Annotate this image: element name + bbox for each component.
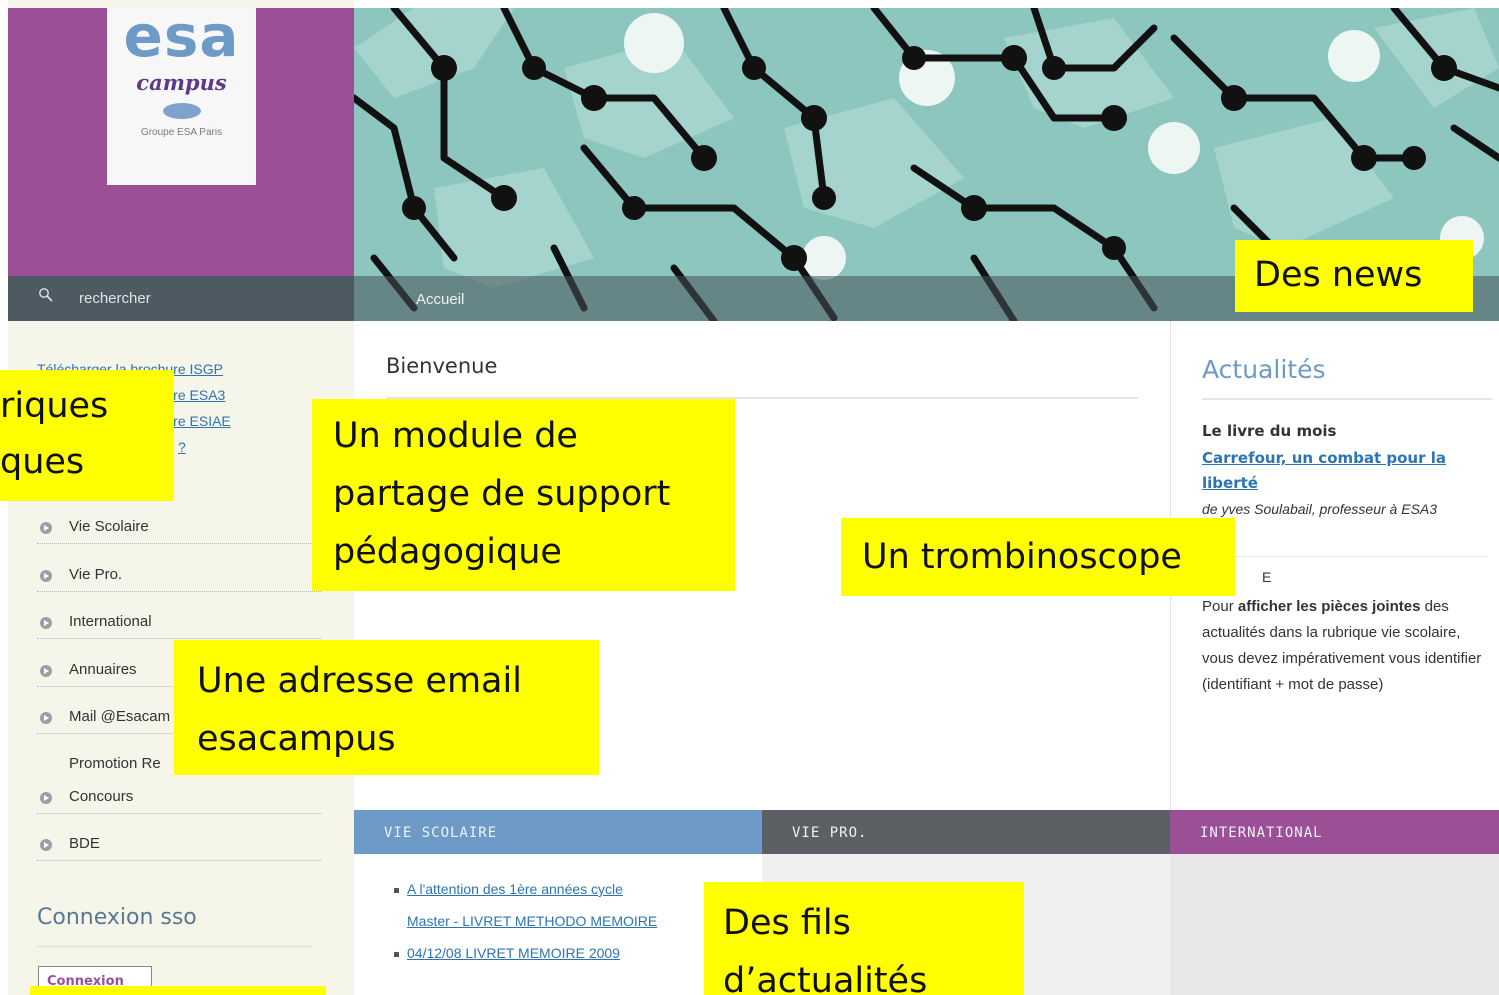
book-of-month-label: Le livre du mois bbox=[1202, 422, 1337, 440]
list-item[interactable]: A l'attention des 1ère années cycle bbox=[394, 875, 623, 903]
sidebar-item-label: Vie Pro. bbox=[69, 566, 123, 583]
bullet-arrow-icon bbox=[40, 839, 52, 851]
feed-item-link[interactable]: A l'attention des 1ère années cycle bbox=[407, 881, 623, 897]
notice-text: Pour bbox=[1202, 598, 1238, 615]
callout-text: esacampus bbox=[197, 719, 396, 759]
sidebar-item-label: Annuaires bbox=[69, 661, 137, 678]
news-section-title: Actualités bbox=[1202, 355, 1326, 384]
callout-trombinoscope: Un trombinoscope bbox=[841, 518, 1235, 596]
sso-title: Connexion sso bbox=[37, 905, 197, 930]
notice-bold-text: afficher les pièces jointes bbox=[1237, 598, 1421, 615]
sidebar-item-concours[interactable]: Concours bbox=[37, 784, 321, 814]
divider bbox=[1202, 398, 1492, 400]
feed-item-link[interactable]: Master - LIVRET METHODO MEMOIRE bbox=[407, 913, 657, 929]
bullet-square-icon bbox=[394, 951, 399, 957]
esa-campus-logo[interactable]: esa campus Groupe ESA Paris bbox=[107, 2, 256, 185]
bullet-arrow-icon bbox=[40, 712, 52, 724]
attachments-notice: Pour afficher les pièces jointes des act… bbox=[1202, 594, 1492, 698]
bullet-arrow-icon bbox=[40, 617, 52, 629]
bullet-arrow-icon bbox=[40, 792, 52, 804]
sidebar-item-label: International bbox=[69, 613, 152, 630]
sidebar-item-label: Promotion Re bbox=[69, 755, 161, 772]
callout-text: riques bbox=[0, 386, 109, 426]
logo-esa-text: esa bbox=[123, 2, 240, 70]
callout-text: d’actualités bbox=[723, 961, 928, 995]
tab-international[interactable]: INTERNATIONAL bbox=[1170, 810, 1499, 854]
list-item[interactable]: 04/12/08 LIVRET MEMOIRE 2009 bbox=[394, 939, 620, 967]
bullet-arrow-icon bbox=[40, 522, 52, 534]
book-link[interactable]: Carrefour, un combat pour la bbox=[1202, 449, 1446, 467]
list-item-continued[interactable]: Master - LIVRET METHODO MEMOIRE bbox=[407, 907, 657, 935]
search-input[interactable]: rechercher bbox=[79, 290, 151, 307]
bullet-square-icon bbox=[394, 887, 399, 893]
callout-fils-actualites: Des fils d’actualités bbox=[704, 882, 1024, 995]
tab-vie-scolaire[interactable]: VIE SCOLAIRE bbox=[354, 810, 762, 854]
logo-ellipse-mark bbox=[162, 103, 201, 119]
bullet-arrow-icon bbox=[40, 665, 52, 677]
sidebar-item-label: Concours bbox=[69, 788, 134, 805]
page-title: Bienvenue bbox=[386, 354, 498, 378]
callout-text: Des news bbox=[1254, 255, 1423, 295]
callout-text: Un trombinoscope bbox=[862, 537, 1182, 577]
sidebar-item-label: BDE bbox=[69, 835, 100, 852]
divider bbox=[1202, 556, 1487, 557]
callout-news: Des news bbox=[1235, 240, 1473, 312]
book-link-continued[interactable]: liberté bbox=[1202, 474, 1258, 492]
sidebar-item-international[interactable]: International bbox=[37, 609, 321, 639]
callout-module-partage: Un module de partage de support pédagogi… bbox=[312, 399, 735, 591]
callout-partial bbox=[30, 986, 326, 995]
brochure-extra-link[interactable]: ? bbox=[178, 439, 186, 455]
note-heading-fragment: E bbox=[1262, 569, 1272, 585]
sidebar-item-vie-scolaire[interactable]: Vie Scolaire bbox=[37, 514, 321, 544]
breadcrumb-home-link[interactable]: Accueil bbox=[416, 291, 464, 308]
callout-rubriques: riques ques bbox=[0, 370, 174, 501]
callout-text: pédagogique bbox=[333, 532, 562, 572]
callout-text: ques bbox=[0, 442, 85, 482]
callout-text: partage de support bbox=[333, 474, 671, 514]
callout-email: Une adresse email esacampus bbox=[174, 640, 599, 775]
logo-campus-text: campus bbox=[136, 70, 227, 95]
callout-text: Une adresse email bbox=[197, 661, 522, 701]
sidebar-item-vie-pro[interactable]: Vie Pro. bbox=[37, 562, 321, 592]
sidebar-item-label: Vie Scolaire bbox=[69, 518, 149, 535]
callout-text: Des fils bbox=[723, 903, 851, 943]
book-author: de yves Soulabail, professeur à ESA3 bbox=[1202, 501, 1438, 517]
tab-vie-pro[interactable]: VIE PRO. bbox=[762, 810, 1170, 854]
sidebar-item-bde[interactable]: BDE bbox=[37, 831, 321, 861]
sidebar-item-label: Mail @Esacam bbox=[69, 708, 171, 725]
logo-band: esa campus Groupe ESA Paris bbox=[8, 2, 354, 276]
search-icon bbox=[39, 288, 53, 302]
logo-group-text: Groupe ESA Paris bbox=[140, 127, 223, 138]
divider bbox=[37, 946, 314, 947]
callout-text: Un module de bbox=[333, 416, 578, 456]
feed-item-link[interactable]: 04/12/08 LIVRET MEMOIRE 2009 bbox=[407, 945, 620, 961]
feed-panel-international bbox=[1170, 854, 1499, 995]
search-bar[interactable]: rechercher bbox=[8, 276, 354, 321]
bullet-arrow-icon bbox=[40, 570, 52, 582]
